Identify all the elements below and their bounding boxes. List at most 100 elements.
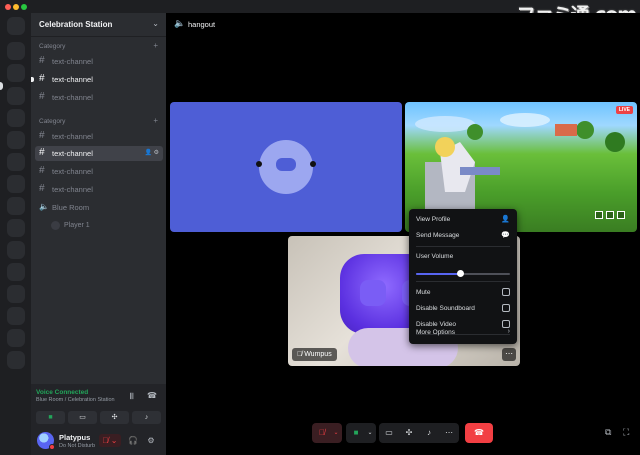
user-volume-slider[interactable]: [416, 270, 510, 277]
category-label[interactable]: Category: [39, 118, 65, 125]
speaker-icon: 🔈: [174, 18, 186, 28]
avatar: [51, 221, 60, 230]
more-options-button[interactable]: ⋯: [439, 423, 459, 443]
unread-indicator: [31, 77, 34, 82]
voice-channel-item[interactable]: 🔈 Blue Room: [35, 200, 163, 215]
channel-label: text-channel: [52, 167, 93, 176]
channel-item[interactable]: # text-channel: [35, 182, 163, 197]
tile-more-button[interactable]: ⋯: [502, 348, 516, 361]
mic-options-chevron-icon[interactable]: ⌄: [331, 423, 341, 443]
mic-muted-icon: 🎙̸: [297, 351, 303, 358]
add-channel-icon[interactable]: +: [153, 41, 158, 50]
mic-muted-button[interactable]: 🎙̸: [312, 423, 332, 443]
hang-up-button[interactable]: ☎: [465, 423, 493, 443]
channel-item[interactable]: # text-channel: [31, 72, 163, 87]
call-controls: 🎙̸ ⌄ ■ ⌄ ▭ ✣ ♪ ⋯ ☎ ⧉ ⛶: [166, 423, 640, 445]
menu-item-label: User Volume: [416, 253, 454, 260]
chevron-down-icon: ⌄: [152, 19, 159, 28]
server-icon[interactable]: [7, 329, 25, 347]
video-tile-avatar[interactable]: [170, 102, 402, 232]
menu-item-label: Send Message: [416, 232, 460, 239]
category-label[interactable]: Category: [39, 43, 65, 50]
fullscreen-icon[interactable]: ⛶: [623, 427, 629, 438]
add-channel-icon[interactable]: +: [153, 116, 158, 125]
window-zoom-button[interactable]: [21, 4, 27, 10]
voice-location[interactable]: Blue Room / Celebration Station: [36, 397, 115, 403]
server-icon[interactable]: [7, 131, 25, 149]
camera-button[interactable]: ■: [346, 423, 366, 443]
stage-channel-title: hangout: [188, 20, 216, 29]
server-icon[interactable]: [7, 219, 25, 237]
menu-item-more-options[interactable]: More Options ›: [416, 327, 510, 339]
voice-channel-label: Blue Room: [52, 203, 90, 212]
noise-suppression-icon[interactable]: 𝄃𝄃: [130, 392, 134, 402]
user-status: Do Not Disturb: [59, 443, 96, 449]
screen-share-button[interactable]: ▭: [68, 411, 97, 424]
voice-connected-status[interactable]: Voice Connected: [36, 389, 88, 396]
activities-button[interactable]: ✣: [399, 423, 419, 443]
chat-bubble-icon: 💬: [501, 232, 510, 239]
server-header[interactable]: Celebration Station ⌄: [31, 13, 166, 37]
game-hud-item: [617, 211, 625, 219]
server-icon[interactable]: [7, 64, 25, 82]
activities-button[interactable]: ✣: [100, 411, 129, 424]
channel-label: text-channel: [52, 149, 93, 158]
server-icon[interactable]: [7, 307, 25, 325]
disable-soundboard-checkbox[interactable]: [502, 304, 510, 312]
voice-participant[interactable]: Player 1: [51, 220, 161, 232]
game-hud-item: [595, 211, 603, 219]
volume-slider-knob[interactable]: [456, 270, 464, 277]
server-icon[interactable]: [7, 109, 25, 127]
speaker-icon: 🔈: [39, 202, 49, 211]
participant-name: Wumpus: [304, 351, 332, 358]
user-name[interactable]: Platypus: [59, 433, 90, 442]
participant-context-menu: View Profile 👤 Send Message 💬 User Volum…: [409, 209, 517, 344]
hash-icon: #: [39, 73, 45, 84]
menu-item-send-message[interactable]: Send Message 💬: [416, 230, 510, 242]
wumpus-snout: [276, 158, 296, 171]
server-icon[interactable]: [7, 285, 25, 303]
window-minimize-button[interactable]: [13, 4, 19, 10]
server-icon[interactable]: [7, 87, 25, 105]
channel-item[interactable]: # text-channel: [35, 129, 163, 144]
channel-item[interactable]: # text-channel: [35, 164, 163, 179]
dnd-status-icon: [49, 444, 55, 450]
window-close-button[interactable]: [5, 4, 11, 10]
hash-icon: #: [39, 147, 45, 158]
mute-checkbox[interactable]: [502, 288, 510, 296]
participant-name-tag: 🎙̸ Wumpus: [292, 348, 337, 361]
menu-item-disable-soundboard[interactable]: Disable Soundboard: [416, 303, 510, 315]
soundboard-button[interactable]: ♪: [419, 423, 439, 443]
game-hud-item: [606, 211, 614, 219]
server-icon[interactable]: [7, 175, 25, 193]
camera-options-chevron-icon[interactable]: ⌄: [365, 423, 375, 443]
channel-item[interactable]: # text-channel: [35, 90, 163, 105]
server-icon[interactable]: [7, 197, 25, 215]
server-icon[interactable]: [7, 351, 25, 369]
robot-eye: [360, 280, 386, 306]
server-icon[interactable]: [7, 42, 25, 60]
popout-icon[interactable]: ⧉: [605, 427, 611, 438]
headphones-icon[interactable]: 🎧: [127, 434, 139, 447]
channel-settings-icons[interactable]: 👤 ⚙: [144, 149, 159, 156]
server-icon[interactable]: [7, 153, 25, 171]
mic-muted-button[interactable]: 🎙̸ ⌄: [99, 434, 121, 447]
voice-stage: 🔈 hangout LIVE 🎙̸ Wumpus ⋯ View Profile …: [166, 13, 640, 455]
server-icon[interactable]: [7, 241, 25, 259]
menu-divider: [416, 246, 510, 247]
disconnect-icon[interactable]: ☎: [147, 391, 157, 400]
menu-item-mute[interactable]: Mute: [416, 287, 510, 299]
hash-icon: #: [39, 130, 45, 141]
home-button[interactable]: [7, 17, 25, 35]
menu-item-view-profile[interactable]: View Profile 👤: [416, 214, 510, 226]
server-icon[interactable]: [7, 263, 25, 281]
screen-share-button[interactable]: ▭: [379, 423, 399, 443]
menu-item-user-volume: User Volume: [416, 251, 510, 263]
action-control-group: ▭ ✣ ♪ ⋯: [379, 423, 459, 443]
settings-gear-icon[interactable]: ⚙: [145, 434, 157, 447]
camera-button[interactable]: ■: [36, 411, 65, 424]
channel-item-selected[interactable]: # text-channel 👤 ⚙: [35, 146, 163, 161]
soundboard-button[interactable]: ♪: [132, 411, 161, 424]
channel-item[interactable]: # text-channel: [35, 54, 163, 69]
chevron-right-icon: ›: [507, 328, 510, 335]
